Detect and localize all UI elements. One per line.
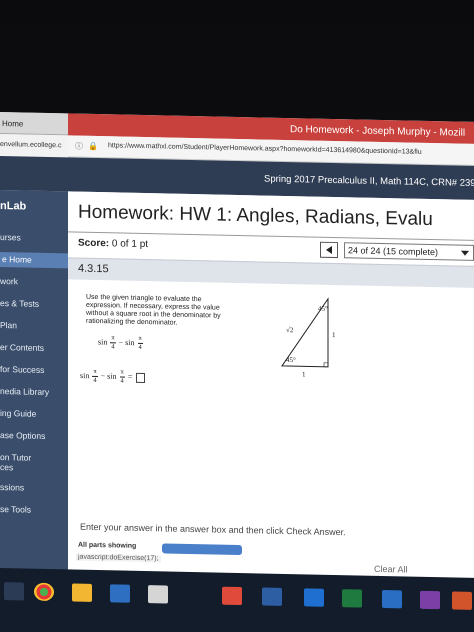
address-url[interactable]: https://www.mathxl.com/Student/PlayerHom… <box>108 142 422 156</box>
top-angle-label: 45° <box>318 305 328 313</box>
sidebar-item-tools-for-success[interactable]: for Success <box>0 364 68 375</box>
sidebar-item-study-plan[interactable]: Plan <box>0 320 68 331</box>
media-icon[interactable] <box>262 587 282 606</box>
triangle-diagram: √2 1 1 45° 45° <box>281 297 336 378</box>
frac-num: π <box>92 367 98 378</box>
fraction-pi-over-4: π4 <box>119 368 125 386</box>
left-window-title: Home <box>0 112 68 136</box>
status-bar-url: javascript:doExercise(17); <box>76 553 161 563</box>
sidebar-item-home[interactable]: e Home <box>0 252 68 269</box>
progress-bar <box>162 543 242 556</box>
sin-label: sin <box>98 337 108 347</box>
frac-den: 4 <box>111 343 115 351</box>
lock-icon: 🔒 <box>88 141 98 152</box>
powerpoint-icon[interactable] <box>452 591 472 610</box>
frac-num: π <box>119 368 125 378</box>
question-select[interactable]: 24 of 24 (15 complete) <box>344 242 474 261</box>
lenovo-icon[interactable] <box>222 586 242 606</box>
clear-all-button[interactable]: Clear All <box>374 564 408 575</box>
sidebar: nLab urses e Home work es & Tests Plan e… <box>0 190 68 584</box>
outlook-mail-icon[interactable] <box>304 588 324 607</box>
page-title: Homework: HW 1: Angles, Radians, Evalu <box>78 201 433 231</box>
windows-taskbar <box>0 568 474 632</box>
answer-expression: sin π4 − sin π4 = <box>80 367 146 386</box>
chrome-icon[interactable] <box>34 582 54 602</box>
sidebar-item-purchase-options[interactable]: ase Options <box>0 430 68 441</box>
info-icon[interactable]: ⓘ <box>74 142 84 152</box>
outlook-icon[interactable] <box>382 590 402 609</box>
sidebar-item-homework[interactable]: work <box>0 276 68 287</box>
explorer-icon[interactable] <box>72 583 92 602</box>
store-icon[interactable] <box>110 584 130 603</box>
side-label: 1 <box>332 331 336 339</box>
photo-stage: Home envellum.ecollege.c Do Homework - J… <box>0 0 474 632</box>
frac-den: 4 <box>138 343 142 351</box>
sin-label: sin <box>107 371 117 381</box>
frac-den: 4 <box>120 377 124 385</box>
equals-sign: = <box>127 372 133 382</box>
course-title: Spring 2017 Precalculus II, Math 114C, C… <box>264 173 474 189</box>
hypotenuse-label: √2 <box>286 326 294 334</box>
minus-sign: − <box>118 337 124 347</box>
start-icon[interactable] <box>4 582 24 601</box>
fraction-pi-over-4: π4 <box>137 334 143 352</box>
sin-label: sin <box>80 371 90 381</box>
mail-icon[interactable] <box>148 585 168 604</box>
base-label: 1 <box>302 370 306 378</box>
question-number: 4.3.15 <box>78 262 109 276</box>
frac-num: π <box>110 334 116 344</box>
sidebar-item-services[interactable]: ces <box>0 462 68 473</box>
left-window-url[interactable]: envellum.ecollege.c <box>0 134 68 158</box>
excel-icon[interactable] <box>342 589 362 608</box>
frac-num: π <box>137 334 143 344</box>
frac-den: 4 <box>93 376 97 385</box>
left-angle-label: 45° <box>286 356 296 364</box>
all-parts-showing: All parts showing <box>78 541 137 550</box>
sidebar-item-course-tools[interactable]: se Tools <box>0 504 68 515</box>
chevron-down-icon <box>461 250 469 256</box>
sidebar-item-multimedia-library[interactable]: nedia Library <box>0 386 68 397</box>
sidebar-item-courses[interactable]: urses <box>0 232 68 243</box>
sidebar-item-chapter-contents[interactable]: er Contents <box>0 342 68 353</box>
score-label: Score: <box>78 237 110 250</box>
expression-prompt: sin π4 − sin π4 <box>98 334 144 352</box>
brand-logo: nLab <box>0 200 27 213</box>
score-value: 0 of 1 pt <box>111 238 149 251</box>
sidebar-item-pacing-guide[interactable]: ing Guide <box>0 408 68 419</box>
previous-question-button[interactable] <box>320 241 338 259</box>
homework-main: Homework: HW 1: Angles, Radians, Evalu S… <box>68 191 474 592</box>
answer-input[interactable] <box>136 372 146 383</box>
onenote-icon[interactable] <box>420 590 440 610</box>
sidebar-item-discussions[interactable]: ssions <box>0 482 68 493</box>
fraction-pi-over-4: π4 <box>92 367 98 385</box>
fraction-pi-over-4: π4 <box>110 334 116 351</box>
score: Score: 0 of 1 pt <box>78 238 148 250</box>
minus-sign: − <box>100 371 106 381</box>
question-instructions: Use the given triangle to evaluate the e… <box>86 293 221 327</box>
right-angle-mark <box>323 362 329 368</box>
sidebar-item-quizzes-tests[interactable]: es & Tests <box>0 298 68 309</box>
monitor-screen: Home envellum.ecollege.c Do Homework - J… <box>0 112 474 592</box>
sin-label: sin <box>125 337 135 348</box>
question-select-value: 24 of 24 (15 complete) <box>348 245 439 258</box>
answer-instruction: Enter your answer in the answer box and … <box>80 521 346 538</box>
